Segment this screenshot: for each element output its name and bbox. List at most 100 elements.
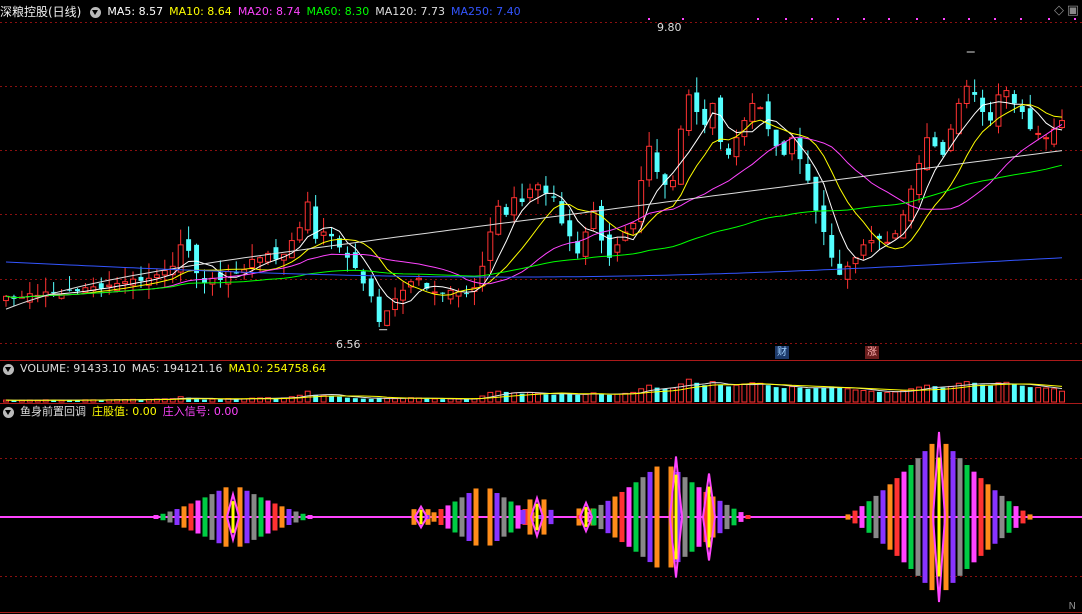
candle-body [535,184,541,191]
indicator-bar [209,517,215,540]
limit-up-flag[interactable]: 涨 [865,346,879,359]
candle-body [527,188,533,199]
indicator-bar [880,517,886,544]
indicator-bar [654,466,660,517]
indicator-bar [167,511,173,517]
indicator-bar [431,512,437,517]
candle-body [329,233,334,237]
volume-bar [202,399,207,402]
indicator-bar [153,517,159,519]
candle-body [789,137,796,155]
indicator-bar [887,484,893,517]
indicator-bar [852,517,858,524]
volume-bar [360,398,366,402]
volume-bar [599,393,604,402]
indicator-bar [964,465,970,517]
indicator-bar [901,517,907,563]
volume-bar [543,394,549,402]
corner-mark: N [1068,601,1076,612]
indicator-value-2: 庄入信号: 0.00 [162,405,239,418]
candle-body [955,102,962,135]
indicator-bar [978,478,984,517]
candle-body [718,97,724,142]
chevron-down-icon[interactable] [3,363,14,375]
diamond-icon[interactable]: ◇ [1054,3,1064,18]
panel-toggle-icon[interactable]: ▣ [1067,3,1079,18]
volume-bar [1019,385,1025,402]
volume-bar [741,383,748,403]
indicator-bar [1006,501,1012,517]
volume-bar [685,378,692,403]
indicator-bar [950,451,956,517]
signal-dot [916,18,918,20]
indicator-bar [160,517,166,521]
candle-body [1043,137,1050,140]
indicator-bar [612,517,618,538]
indicator-bar [216,490,222,517]
indicator-bar [508,517,514,533]
volume-bar [702,385,708,402]
high-price-label: 9.80 [657,21,682,34]
volume-bar [368,398,374,402]
volume-bar [622,392,629,403]
volume-bar [313,394,319,402]
candle-body [963,85,970,105]
volume-bar [932,386,938,402]
earnings-flag[interactable]: 财 [775,346,789,359]
volume-bar [860,389,867,403]
indicator-bar [251,494,257,517]
indicator-bar [682,477,688,517]
indicator-bar [619,517,625,543]
volume-bar [455,398,462,403]
indicator-bar [745,515,751,517]
candle-body [1019,106,1025,112]
indicator-bar [202,497,208,517]
candle-body [249,258,256,269]
volume-bar [829,386,835,402]
volume-bar [567,394,573,402]
candle-body [995,94,1002,127]
signal-dot [863,18,865,20]
volume-bar [988,385,994,402]
volume-bar [884,391,891,403]
indicator-bar [258,517,264,537]
indicator-bar [1006,517,1012,533]
indicator-bar [915,458,921,517]
indicator-bar [964,517,970,569]
candle-body [376,296,382,322]
indicator-bar [195,517,201,534]
indicator-bar [1027,514,1033,517]
indicator-bar [950,517,956,583]
indicator-bar [1027,517,1033,520]
candle-body [551,196,557,198]
indicator-bar [209,494,215,517]
indicator-bar [957,458,963,517]
volume-bar [217,399,223,402]
indicator-bar [494,493,500,517]
volume-bar [431,398,438,403]
indicator-bar [494,517,500,541]
indicator-bar [978,517,984,556]
indicator-bar [894,517,900,556]
candle-body [972,92,978,95]
candle-body [575,241,581,254]
indicator-bar [731,517,737,526]
main-chart-header: 深粮控股(日线) MA5: 8.57 MA10: 8.64 MA20: 8.74… [0,4,521,20]
indicator-bar [992,517,998,544]
chevron-down-icon[interactable] [90,6,102,18]
signal-dot [757,18,759,20]
signal-dot [1020,18,1022,20]
signal-dot [1074,18,1076,20]
indicator-bar [971,471,977,517]
signal-dot [1048,18,1050,20]
chevron-down-icon[interactable] [3,406,14,418]
indicator-bar [922,517,928,583]
indicator-bar [548,517,554,525]
indicator-bar [195,500,201,517]
candle-body [582,231,589,257]
volume-bar [995,382,1002,403]
volume-bar [575,394,581,402]
indicator-bar [1020,517,1026,524]
candle-body [924,137,930,171]
indicator-bar [174,517,180,525]
